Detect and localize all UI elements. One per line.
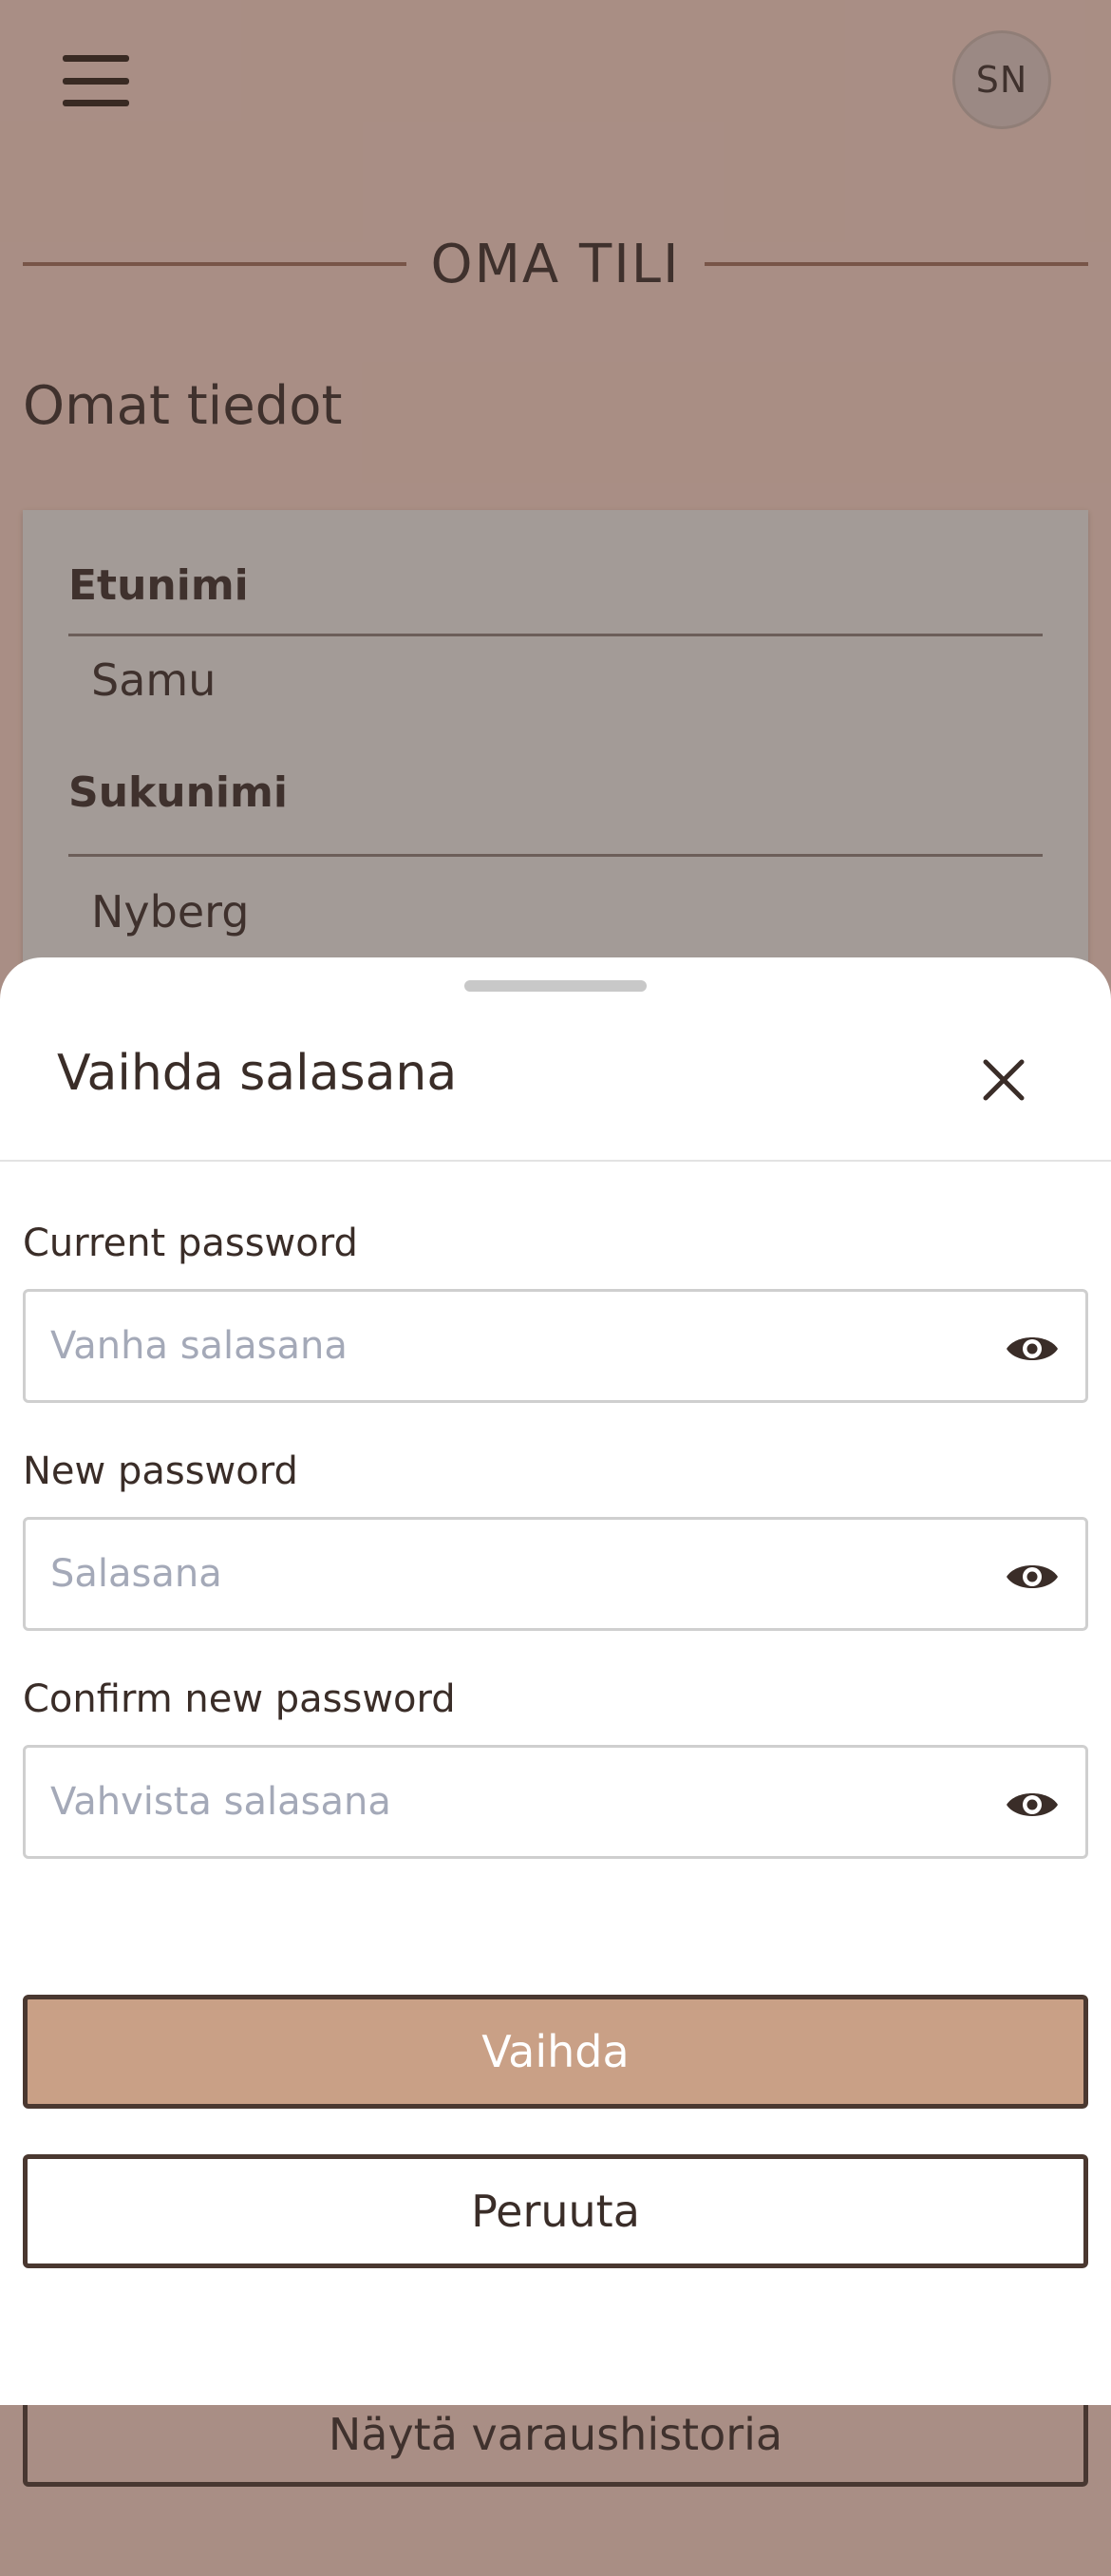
change-password-sheet: Vaihda salasana Current password New pas… — [0, 957, 1111, 2405]
new-password-label: New password — [23, 1449, 298, 1493]
sheet-drag-handle[interactable] — [464, 980, 647, 992]
change-password-button[interactable]: Vaihda — [23, 1995, 1088, 2109]
close-icon[interactable] — [970, 1047, 1037, 1113]
eye-icon[interactable] — [1004, 1320, 1061, 1377]
confirm-password-label: Confirm new password — [23, 1677, 456, 1721]
new-password-field — [23, 1517, 1088, 1631]
current-password-input[interactable] — [26, 1292, 937, 1400]
sheet-divider — [0, 1160, 1111, 1162]
cancel-button[interactable]: Peruuta — [23, 2154, 1088, 2268]
current-password-field — [23, 1289, 1088, 1403]
app-root: SN OMA TILI Omat tiedot Etunimi Samu Suk… — [0, 0, 1111, 2576]
current-password-label: Current password — [23, 1222, 358, 1265]
confirm-password-field — [23, 1745, 1088, 1859]
eye-icon[interactable] — [1004, 1548, 1061, 1605]
eye-icon[interactable] — [1004, 1776, 1061, 1833]
confirm-password-input[interactable] — [26, 1748, 937, 1856]
sheet-title: Vaihda salasana — [57, 1045, 458, 1102]
new-password-input[interactable] — [26, 1520, 937, 1628]
